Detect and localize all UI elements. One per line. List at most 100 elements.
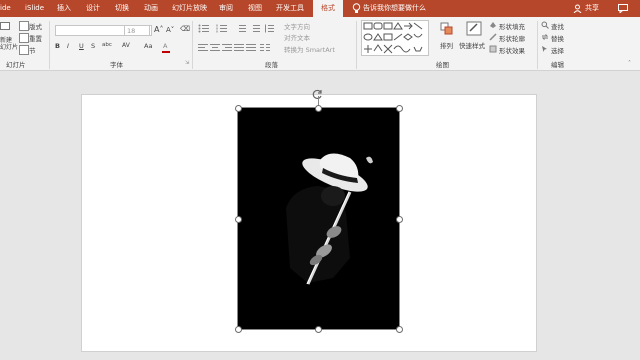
ribbon: 新建 幻灯片 版式 重置 节 幻灯片 18 A˄ A˅ ⌫ B I U S ab… <box>0 17 640 71</box>
align-right-icon[interactable] <box>222 43 232 54</box>
dialog-launcher-icon[interactable]: ⇲ <box>185 60 189 66</box>
resize-handle-right[interactable] <box>396 216 403 223</box>
shape-square[interactable] <box>383 33 393 41</box>
new-slide-button[interactable]: 新建 幻灯片 <box>0 37 18 51</box>
resize-handle-bottom[interactable] <box>315 326 322 333</box>
tab-format[interactable]: 格式 <box>313 0 343 17</box>
group-label-paragraph: 段落 <box>265 61 278 69</box>
shape-triangle[interactable] <box>393 22 403 30</box>
font-color-button[interactable]: A <box>163 42 167 50</box>
shape-trapezoid[interactable] <box>413 46 423 52</box>
reset-icon <box>19 33 29 43</box>
justify-icon[interactable] <box>234 43 244 54</box>
section-icon <box>19 45 29 55</box>
shape-chevron[interactable] <box>373 44 383 52</box>
shadow-button[interactable]: abc <box>102 42 112 48</box>
distribute-icon[interactable] <box>246 43 256 54</box>
group-divider <box>537 21 538 69</box>
resize-handle-top-left[interactable] <box>235 105 242 112</box>
tab-developer[interactable]: 开发工具 <box>276 0 304 17</box>
layout-button[interactable]: 版式 <box>29 21 42 31</box>
align-left-icon[interactable] <box>198 43 208 54</box>
tab-animations[interactable]: 动画 <box>144 0 158 17</box>
tab-design[interactable]: 设计 <box>86 0 100 17</box>
bold-button[interactable]: B <box>55 42 60 50</box>
underline-button[interactable]: U <box>79 42 84 50</box>
tab-islide[interactable]: iSlide <box>25 0 44 17</box>
shape-arrow[interactable] <box>404 22 413 30</box>
convert-smartart-button[interactable]: 转换为 SmartArt <box>284 44 335 54</box>
shape-outline-button[interactable]: 形状轮廓 <box>499 33 525 43</box>
tab-slideshow[interactable]: 幻灯片放映 <box>172 0 207 17</box>
bullets-icon[interactable] <box>198 24 210 35</box>
shapes-gallery[interactable] <box>361 20 429 56</box>
reset-button[interactable]: 重置 <box>29 33 42 43</box>
text-direction-button[interactable]: 文字方向 <box>284 21 310 31</box>
slide-canvas <box>0 71 640 360</box>
shape-effects-button[interactable]: 形状效果 <box>499 45 525 55</box>
replace-button[interactable]: 替换 <box>551 33 564 43</box>
tab-view[interactable]: 视图 <box>248 0 262 17</box>
indent-increase-icon[interactable] <box>250 24 260 35</box>
comment-icon[interactable] <box>618 4 628 15</box>
resize-handle-top-right[interactable] <box>396 105 403 112</box>
shape-diagonal[interactable] <box>393 33 403 41</box>
shape-rectangle[interactable] <box>363 22 373 30</box>
shape-line[interactable] <box>413 22 423 30</box>
shape-diamond[interactable] <box>403 33 413 41</box>
line-spacing-icon[interactable] <box>264 24 274 35</box>
indent-decrease-icon[interactable] <box>236 24 246 35</box>
tab-insert[interactable]: 插入 <box>57 0 71 17</box>
tab-review[interactable]: 审阅 <box>219 0 233 17</box>
replace-icon <box>541 33 549 43</box>
collapse-ribbon-icon[interactable]: ˄ <box>628 60 631 67</box>
quick-styles-icon <box>466 21 482 38</box>
section-button[interactable]: 节 <box>29 45 36 55</box>
shape-rounded-rect[interactable] <box>373 22 383 30</box>
share-button[interactable]: 共享 <box>585 0 599 17</box>
resize-handle-bottom-right[interactable] <box>396 326 403 333</box>
tab-home[interactable]: ide <box>0 0 11 17</box>
char-spacing-button[interactable]: AV <box>122 42 130 49</box>
shape-oval[interactable] <box>363 33 373 41</box>
italic-button[interactable]: I <box>67 42 69 50</box>
group-label-font: 字体 <box>110 61 123 69</box>
clear-format-icon[interactable]: ⌫ <box>180 25 190 33</box>
select-button[interactable]: 选择 <box>551 45 564 55</box>
align-center-icon[interactable] <box>210 43 220 54</box>
shape-curve[interactable] <box>413 33 423 38</box>
shape-wave[interactable] <box>393 45 411 53</box>
tell-me-search[interactable]: 告诉我你想要做什么 <box>363 0 426 17</box>
lightbulb-icon <box>352 3 361 16</box>
arrange-icon <box>440 22 454 38</box>
find-button[interactable]: 查找 <box>551 21 564 31</box>
group-divider <box>192 21 193 69</box>
flute-player-image <box>286 153 373 285</box>
shape-fill-icon <box>489 21 497 31</box>
shrink-font-icon[interactable]: A˅ <box>166 26 174 34</box>
quick-styles-button[interactable]: 快速样式 <box>459 40 485 50</box>
layout-icon <box>19 21 29 31</box>
resize-handle-bottom-left[interactable] <box>235 326 242 333</box>
align-text-button[interactable]: 对齐文本 <box>284 32 310 42</box>
grow-font-icon[interactable]: A˄ <box>154 25 163 34</box>
shape-isoceles[interactable] <box>373 33 383 41</box>
resize-handle-left[interactable] <box>235 216 242 223</box>
strikethrough-button[interactable]: S <box>91 42 95 50</box>
font-size-box[interactable]: 18 <box>124 25 150 36</box>
resize-handle-top[interactable] <box>315 105 322 112</box>
tab-transitions[interactable]: 切换 <box>115 0 129 17</box>
selected-picture[interactable] <box>237 107 400 330</box>
shape-cross[interactable] <box>383 44 393 54</box>
shape-plus[interactable] <box>364 45 372 53</box>
ribbon-tab-bar: ide iSlide 插入 设计 切换 动画 幻灯片放映 审阅 视图 开发工具 … <box>0 0 640 17</box>
numbering-icon[interactable] <box>216 24 228 35</box>
find-icon <box>541 21 549 31</box>
columns-icon[interactable] <box>260 43 270 54</box>
font-color-bar <box>162 51 170 53</box>
arrange-button[interactable]: 排列 <box>440 40 453 50</box>
new-slide-icon[interactable] <box>0 22 10 36</box>
shape-textbox[interactable] <box>383 22 393 30</box>
shape-fill-button[interactable]: 形状填充 <box>499 21 525 31</box>
change-case-button[interactable]: Aa <box>144 42 152 50</box>
